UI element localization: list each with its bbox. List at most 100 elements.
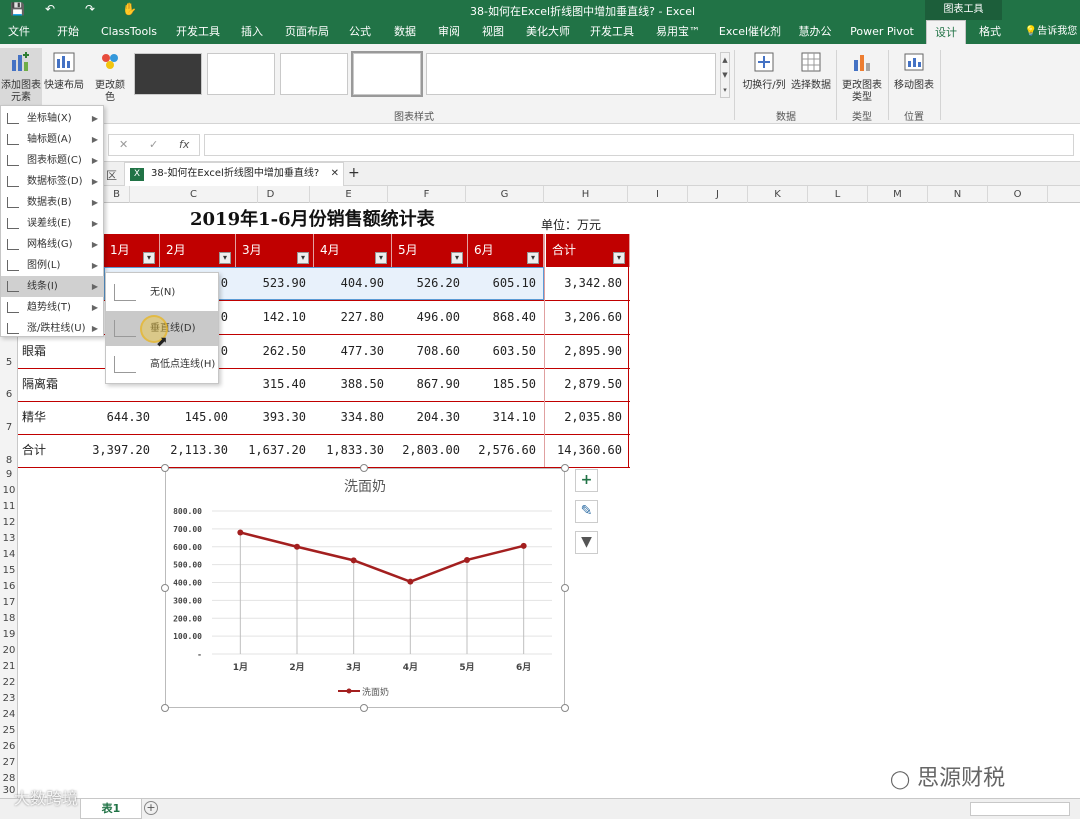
table-cell[interactable]: 315.40 [236,368,314,401]
row-header[interactable]: 23 [0,693,18,704]
menu-item-axis-titles[interactable]: 轴标题(A) ▶ [1,129,104,150]
cancel-icon[interactable]: ✕ [119,138,128,151]
row-header[interactable]: 15 [0,565,18,576]
chart-style-4[interactable] [351,51,423,97]
redo-icon[interactable]: ↷ [85,2,95,16]
submenu-item-drop-lines[interactable]: 垂直线(D) ⬈ [106,311,218,350]
resize-handle[interactable] [161,584,169,592]
row-header[interactable]: 26 [0,741,18,752]
resize-handle[interactable] [561,704,569,712]
col-header[interactable]: K [748,186,808,203]
col-header[interactable]: J [688,186,748,203]
chart-style-3[interactable] [280,53,348,95]
row-header[interactable]: 21 [0,661,18,672]
tell-me-box[interactable]: 💡告诉我您 [1022,20,1080,44]
table-cell[interactable]: 185.50 [468,368,544,401]
header-cell[interactable]: 1月 ▾ [104,234,160,267]
table-cell[interactable]: 526.20 [392,267,468,300]
header-cell[interactable]: 合计 ▾ [546,234,630,267]
y-axis[interactable]: - 100.00 200.00 300.00 400.00 500.00 600.00 700… [173,507,202,659]
tab-smart-office[interactable]: 慧办公 [792,20,838,44]
table-cell[interactable]: 603.50 [468,335,544,368]
switch-row-column-button[interactable]: 切换行/列 [740,50,788,92]
table-cell[interactable]: 314.10 [468,401,544,434]
formula-input[interactable] [204,134,1074,156]
header-cell[interactable]: 5月 ▾ [392,234,468,267]
table-cell[interactable]: 1,637.20 [236,434,314,467]
table-cell[interactable]: 334.80 [314,401,392,434]
resize-handle[interactable] [360,704,368,712]
tab-developer-2[interactable]: 开发工具 [586,20,638,44]
row-header[interactable]: 22 [0,677,18,688]
table-cell[interactable]: 867.90 [392,368,468,401]
tab-design[interactable]: 设计 [926,20,966,44]
row-header[interactable]: 12 [0,517,18,528]
table-cell[interactable]: 3,397.20 [80,434,158,467]
save-icon[interactable]: 💾 [10,2,25,16]
menu-item-error-bars[interactable]: 误差线(E) ▶ [1,213,104,234]
col-header[interactable]: E [310,186,388,203]
move-chart-button[interactable]: 移动图表 [892,50,936,92]
table-cell[interactable]: 523.90 [236,267,314,300]
chart-title[interactable]: 洗面奶 [344,479,386,495]
table-cell[interactable]: 262.50 [236,335,314,368]
chart-styles-button[interactable]: ✎ [575,500,598,523]
menu-item-lines[interactable]: 线条(I) ▶ [1,276,104,297]
workbook-tab[interactable]: X 38-如何在Excel折线图中增加垂直线? ✕ [124,162,344,186]
row-header[interactable]: 17 [0,597,18,608]
prev-workbook-tab[interactable]: 区 [106,167,117,183]
gallery-scroll[interactable]: ▲ ▼ ▾ [720,52,730,98]
row-header[interactable]: 28 [0,773,18,784]
filter-dropdown-icon[interactable]: ▾ [375,252,387,264]
row-header[interactable]: 13 [0,533,18,544]
chart-filters-button[interactable]: ▼ [575,531,598,554]
row-header[interactable]: 18 [0,613,18,624]
col-header[interactable]: M [868,186,928,203]
touch-mode-icon[interactable]: ✋ [122,2,137,16]
row-header[interactable]: 8 [0,455,18,466]
filter-dropdown-icon[interactable]: ▾ [219,252,231,264]
table-cell[interactable]: 393.30 [236,401,314,434]
filter-dropdown-icon[interactable]: ▾ [297,252,309,264]
table-cell[interactable]: 605.10 [468,267,544,300]
col-header[interactable]: D [232,186,310,203]
col-header[interactable]: B [104,186,130,203]
table-cell[interactable]: 227.80 [314,301,392,334]
table-cell[interactable]: 142.10 [236,301,314,334]
row-header[interactable]: 19 [0,629,18,640]
row-header[interactable]: 16 [0,581,18,592]
table-cell[interactable]: 2,576.60 [468,434,544,467]
header-cell[interactable]: 6月 ▾ [468,234,544,267]
tab-view[interactable]: 视图 [478,20,508,44]
table-cell[interactable]: 388.50 [314,368,392,401]
table-cell[interactable]: 204.30 [392,401,468,434]
filter-dropdown-icon[interactable]: ▾ [613,252,625,264]
tab-file[interactable]: 文件 [4,20,34,44]
change-chart-type-button[interactable]: 更改图表类型 [840,50,884,104]
confirm-icon[interactable]: ✓ [149,138,158,151]
add-sheet-icon[interactable]: + [144,801,158,815]
chart-style-1[interactable] [134,53,202,95]
horizontal-scrollbar[interactable] [970,802,1070,816]
table-cell[interactable]: 477.30 [314,335,392,368]
table-cell[interactable]: 2,879.50 [546,368,630,401]
new-tab-icon[interactable]: + [348,165,360,181]
tab-page-layout[interactable]: 页面布局 [280,20,334,44]
chart-elements-button[interactable]: + [575,469,598,492]
row-header[interactable]: 20 [0,645,18,656]
select-data-button[interactable]: 选择数据 [790,50,832,92]
table-cell[interactable]: 2,035.80 [546,401,630,434]
menu-item-chart-title[interactable]: 图表标题(C) ▶ [1,150,104,171]
add-chart-element-button[interactable]: 添加图表元素 [0,48,42,106]
table-cell[interactable]: 145.00 [158,401,236,434]
series-line[interactable] [237,529,527,585]
row-header[interactable]: 11 [0,501,18,512]
menu-item-legend[interactable]: 图例(L) ▶ [1,255,104,276]
tab-insert[interactable]: 插入 [236,20,268,44]
resize-handle[interactable] [561,584,569,592]
menu-item-trendline[interactable]: 趋势线(T) ▶ [1,297,104,318]
table-cell[interactable]: 644.30 [80,401,158,434]
line-chart[interactable]: 洗面奶 - 100.00 200.00 300.00 400.00 500.00 600.0… [165,468,565,708]
table-cell[interactable]: 3,206.60 [546,301,630,334]
col-header[interactable]: F [388,186,466,203]
